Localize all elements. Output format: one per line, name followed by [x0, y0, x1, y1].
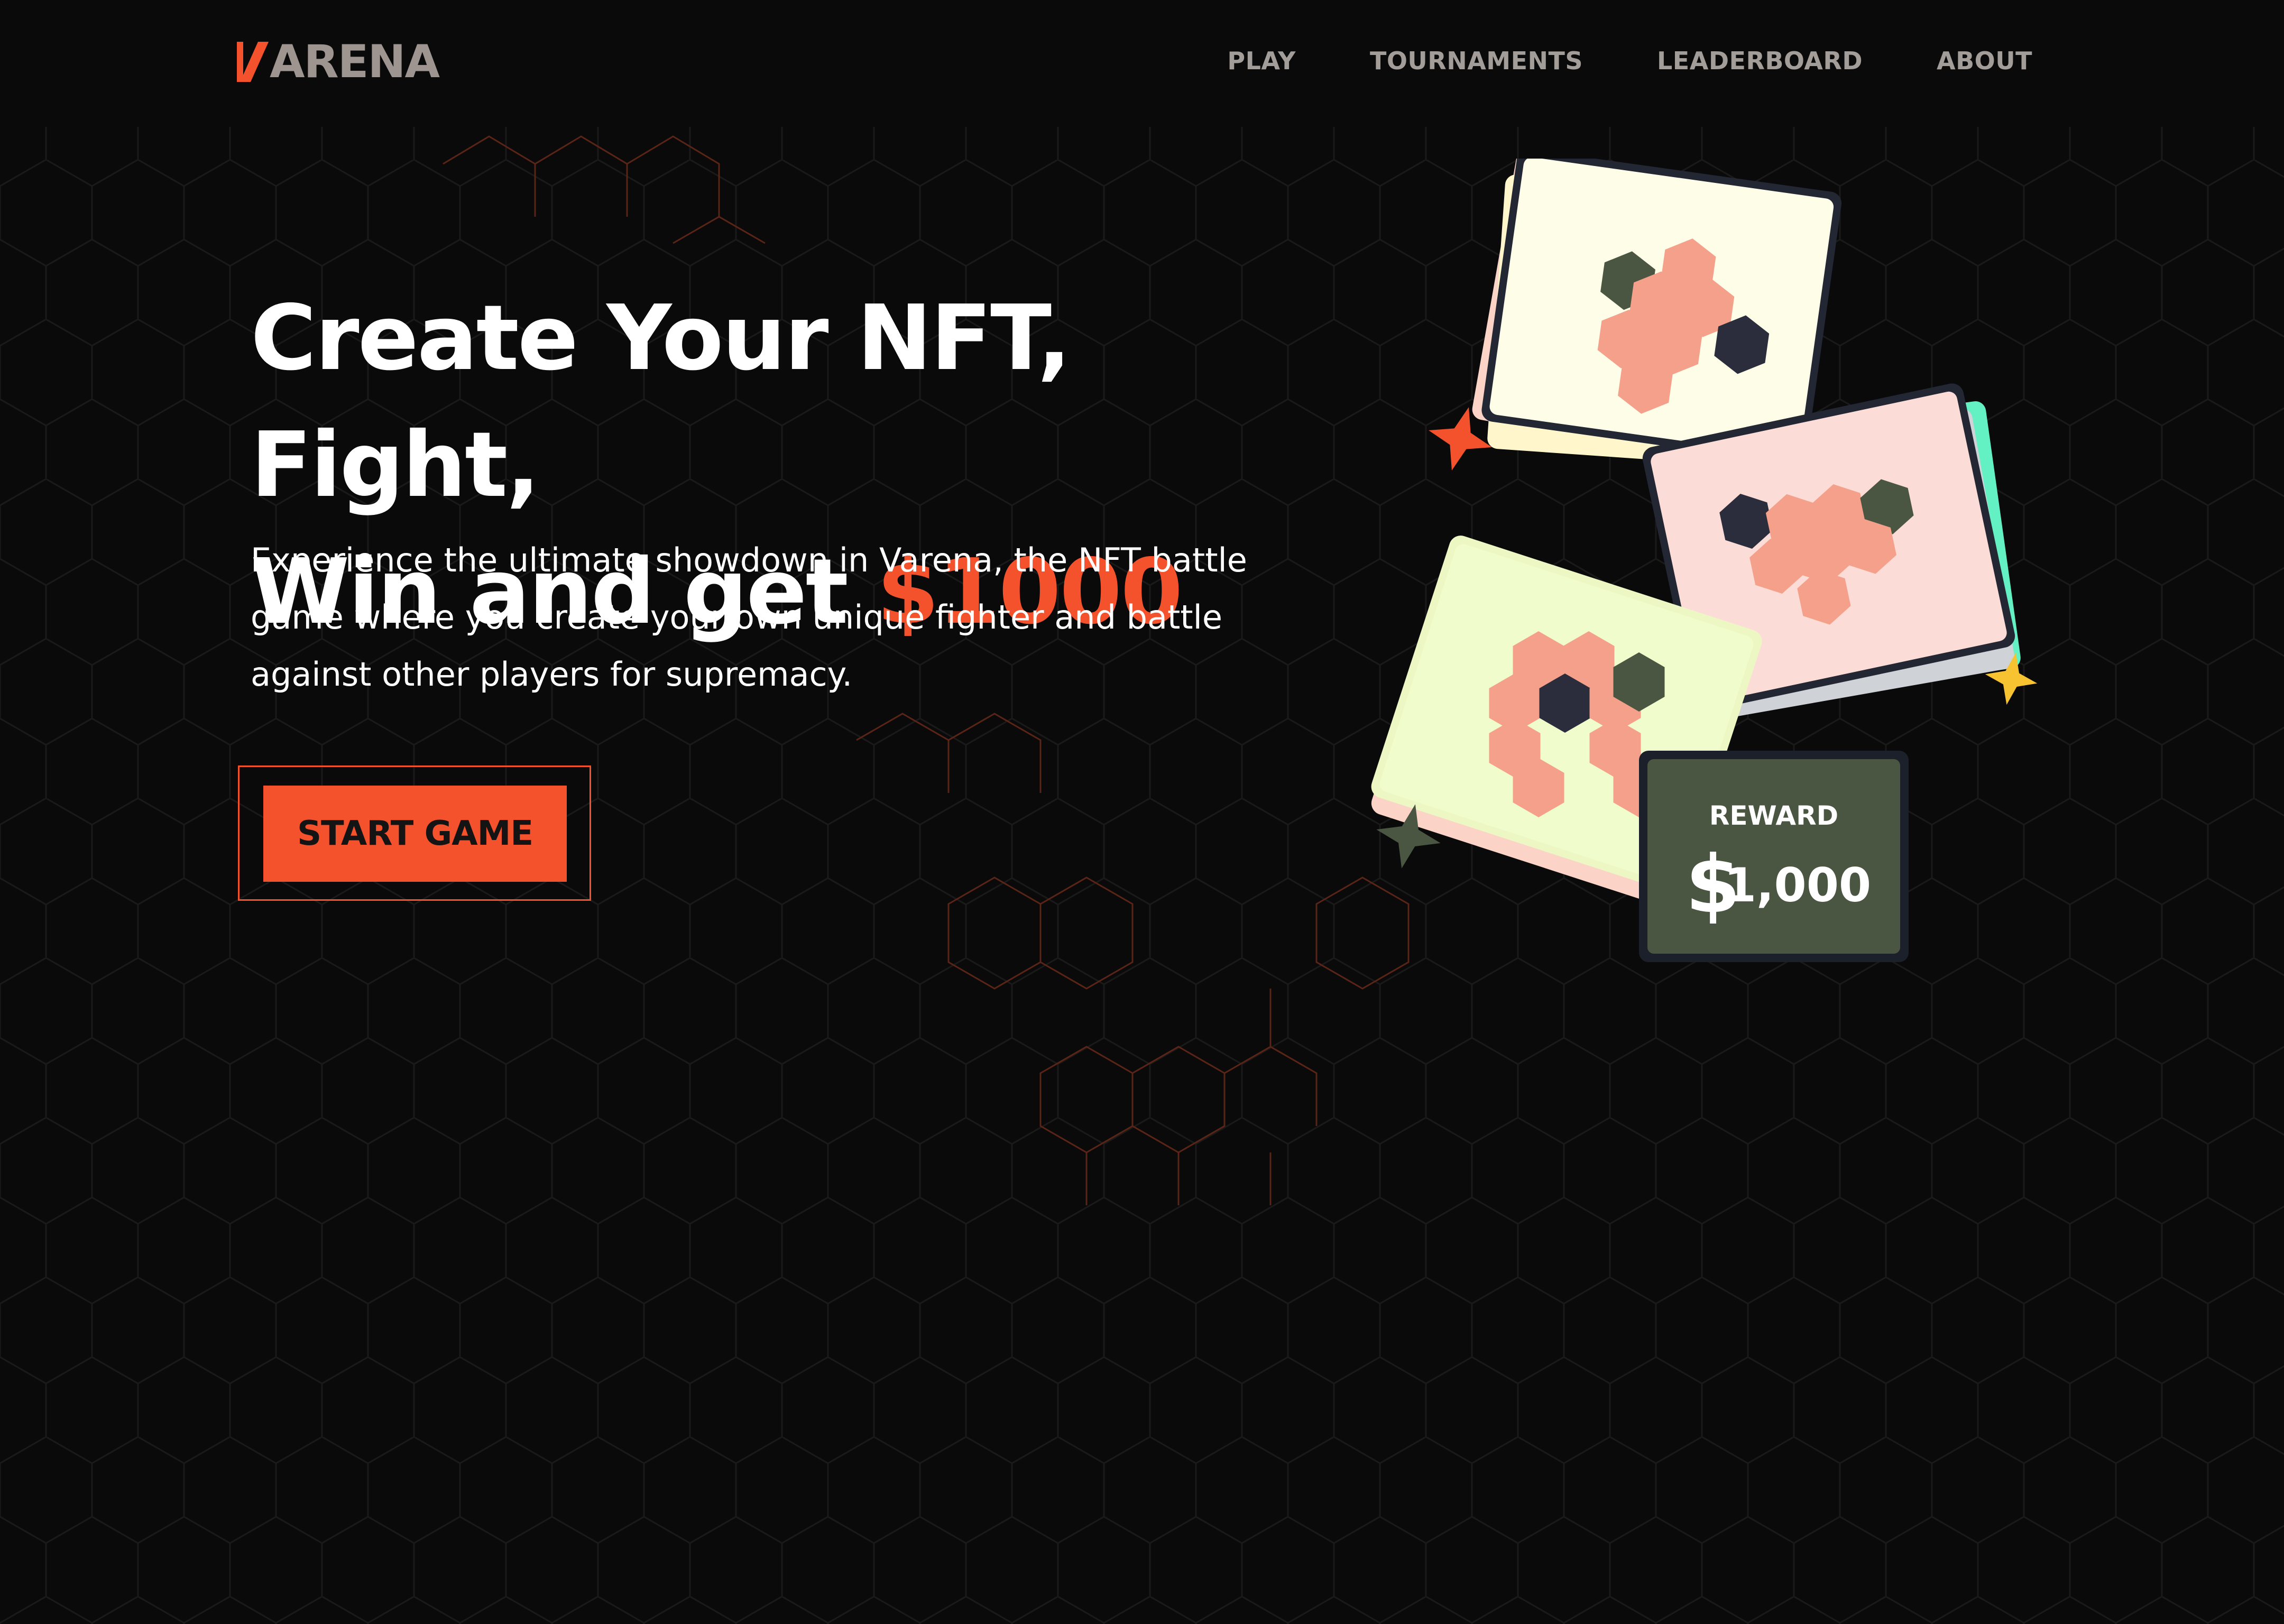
site-header: ARENA PLAY TOURNAMENTS LEADERBOARD ABOUT [0, 0, 2284, 127]
reward-amount: 1,000 [1724, 858, 1871, 912]
headline-line-1: Create Your NFT, Fight, [251, 286, 1071, 518]
nft-cards-illustration: REWARD $ 1,000 [1371, 159, 2038, 962]
logo-text: ARENA [270, 35, 440, 88]
start-game-button[interactable]: START GAME [263, 786, 567, 882]
nav-leaderboard[interactable]: LEADERBOARD [1657, 47, 1863, 75]
main-nav: PLAY TOURNAMENTS LEADERBOARD ABOUT [1227, 47, 2032, 75]
reward-card: REWARD $ 1,000 [1639, 751, 1909, 962]
nav-play[interactable]: PLAY [1227, 47, 1296, 75]
slash-v-logo-icon [237, 42, 269, 82]
varena-logo[interactable]: ARENA [237, 35, 440, 88]
hero-description: Experience the ultimate showdown in Vare… [251, 541, 1247, 694]
nav-tournaments[interactable]: TOURNAMENTS [1370, 47, 1583, 75]
reward-label: REWARD [1709, 800, 1838, 831]
nav-about[interactable]: ABOUT [1937, 47, 2032, 75]
